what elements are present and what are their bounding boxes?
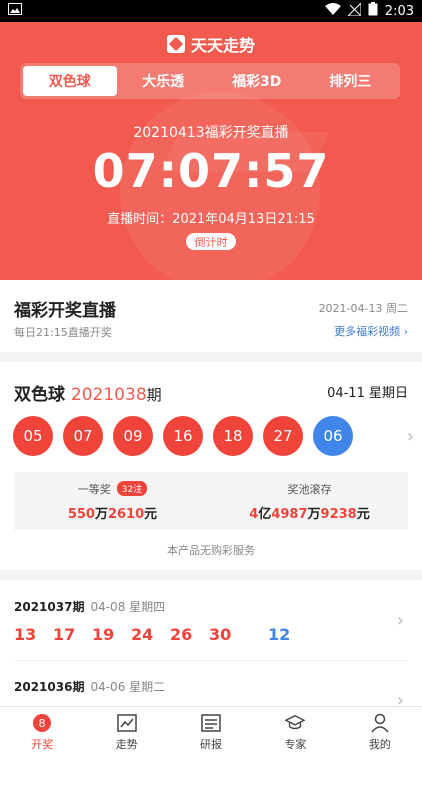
history-row[interactable]: 2021036期 04-06 星期二 <box>14 678 408 695</box>
nav-badge: 8 <box>39 717 46 730</box>
first-prize-label: 一等奖 <box>77 482 111 496</box>
history-numbers: 13 17 19 24 26 30 12 <box>14 625 408 644</box>
prize-summary: 一等奖 32注 550万2610元 奖池滚存 4亿4987万9238元 <box>14 472 408 530</box>
battery-icon <box>368 2 378 20</box>
history-row[interactable]: 2021037期 04-08 星期四 13 17 19 24 26 30 12 <box>14 598 408 644</box>
tab-ssq[interactable]: 双色球 <box>23 66 117 96</box>
red-number: 30 <box>209 625 232 644</box>
game-name: 双色球 <box>14 385 65 405</box>
result-title: 双色球 2021038期 <box>14 380 162 405</box>
history-issue: 2021037期 <box>14 600 85 614</box>
live-subtitle: 每日21:15直播开奖 <box>14 326 112 339</box>
issue-suffix: 期 <box>146 386 162 404</box>
lottery-tabs: 双色球 大乐透 福彩3D 排列三 <box>20 63 400 99</box>
nav-profile[interactable]: 我的 <box>338 707 422 758</box>
live-time: 直播时间：2021年04月13日21:15 <box>107 212 315 227</box>
first-prize: 一等奖 32注 550万2610元 <box>14 472 211 530</box>
more-videos-label: 更多福彩视频 <box>334 325 401 338</box>
nav-spacer <box>0 758 422 787</box>
red-ball: 09 <box>113 416 153 456</box>
pool-label: 奖池滚存 <box>287 482 332 496</box>
history-date: 04-08 星期四 <box>90 600 166 614</box>
nav-label: 研报 <box>200 738 223 751</box>
history-date: 04-06 星期二 <box>90 680 166 694</box>
red-ball: 16 <box>163 416 203 456</box>
pool-amount: 4亿4987万9238元 <box>249 503 369 522</box>
nav-trend[interactable]: 走势 <box>84 707 168 758</box>
expert-icon <box>285 713 306 733</box>
amount-part: 4 <box>249 506 259 522</box>
red-ball: 27 <box>263 416 303 456</box>
draw-date: 04-11 星期日 <box>327 386 408 401</box>
report-icon <box>201 713 221 733</box>
bottom-nav: 8 开奖 走势 研报 专家 我的 <box>0 706 422 758</box>
amount-part: 2610 <box>107 506 145 522</box>
red-number: 26 <box>170 625 193 644</box>
gallery-notification-icon <box>8 3 22 19</box>
amount-part: 4987 <box>271 506 308 522</box>
red-ball: 18 <box>213 416 253 456</box>
unit-part: 万 <box>307 506 321 522</box>
history-list: 2021037期 04-08 星期四 13 17 19 24 26 30 12 ›… <box>0 580 422 706</box>
wifi-icon <box>324 2 341 20</box>
unit-part: 亿 <box>258 506 272 522</box>
amount-part: 550 <box>67 506 95 522</box>
tab-fc3d[interactable]: 福彩3D <box>210 66 304 96</box>
unit-part: 元 <box>144 506 158 522</box>
countdown-clock: 07:07:57 <box>92 144 330 198</box>
unit-part: 元 <box>356 506 370 522</box>
divider <box>14 660 408 661</box>
red-ball: 05 <box>13 416 53 456</box>
countdown-badge: 倒计时 <box>186 233 236 250</box>
amount-part: 9238 <box>320 506 357 522</box>
unit-part: 万 <box>94 506 108 522</box>
live-date: 2021-04-13 周二 <box>318 302 408 315</box>
nav-label: 走势 <box>115 738 138 751</box>
winner-count-badge: 32注 <box>116 481 148 496</box>
app-name: 天天走势 <box>190 36 255 55</box>
red-number: 13 <box>14 625 37 644</box>
app-brand: 天天走势 <box>0 32 422 56</box>
nav-label: 专家 <box>284 738 307 751</box>
red-ball: 07 <box>63 416 103 456</box>
no-signal-icon <box>346 1 362 20</box>
chevron-right-icon: › <box>403 325 408 338</box>
no-purchase-notice: 本产品无购彩服务 <box>167 544 255 557</box>
live-broadcast-card[interactable]: 福彩开奖直播 每日21:15直播开奖 2021-04-13 周二 更多福彩视频 … <box>0 280 422 352</box>
red-number: 17 <box>53 625 76 644</box>
issue-number: 2021038 <box>70 385 147 405</box>
trend-chart-icon <box>116 713 137 733</box>
winning-balls: 05 07 09 16 18 27 06 <box>13 416 353 456</box>
nav-label: 我的 <box>368 738 391 751</box>
chevron-right-icon[interactable]: › <box>397 690 404 706</box>
live-period-title: 20210413福彩开奖直播 <box>133 125 289 141</box>
history-row-head: 2021037期 04-08 星期四 <box>14 598 408 615</box>
first-prize-label-row: 一等奖 32注 <box>77 481 148 497</box>
app-logo-icon <box>166 35 185 53</box>
lottery-icon: 8 <box>32 713 52 733</box>
history-issue: 2021036期 <box>14 680 85 694</box>
first-prize-amount: 550万2610元 <box>68 503 157 522</box>
latest-result-card[interactable]: 双色球 2021038期 04-11 星期日 05 07 09 16 18 27… <box>0 362 422 570</box>
nav-expert[interactable]: 专家 <box>253 707 337 758</box>
status-time: 2:03 <box>384 3 414 19</box>
nav-report[interactable]: 研报 <box>169 707 253 758</box>
tab-dlt[interactable]: 大乐透 <box>117 66 211 96</box>
blue-number: 12 <box>268 625 291 644</box>
red-number: 19 <box>92 625 115 644</box>
nav-label: 开奖 <box>31 738 54 751</box>
tab-pl3[interactable]: 排列三 <box>304 66 398 96</box>
chevron-right-icon[interactable]: › <box>397 610 404 631</box>
history-row-head: 2021036期 04-06 星期二 <box>14 678 408 695</box>
more-videos-link[interactable]: 更多福彩视频 › <box>334 323 408 339</box>
jackpot-pool: 奖池滚存 4亿4987万9238元 <box>211 472 408 530</box>
nav-lottery[interactable]: 8 开奖 <box>0 707 84 758</box>
profile-icon <box>370 713 390 733</box>
red-number: 24 <box>131 625 154 644</box>
hero-banner: 天天走势 双色球 大乐透 福彩3D 排列三 20210413福彩开奖直播 07:… <box>0 22 422 280</box>
blue-ball: 06 <box>313 416 353 456</box>
status-bar: 2:03 <box>0 0 422 22</box>
chevron-right-icon[interactable]: › <box>407 426 414 447</box>
